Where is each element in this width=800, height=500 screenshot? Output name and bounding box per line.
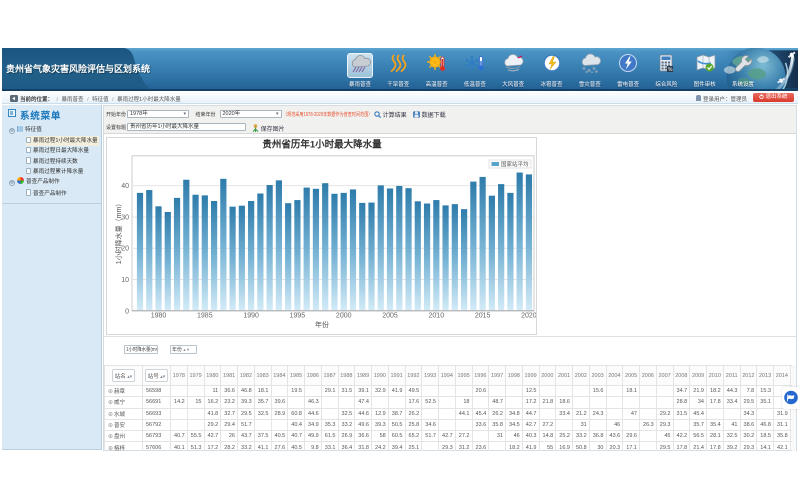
svg-text:2005: 2005 — [382, 313, 398, 320]
svg-text:2000: 2000 — [336, 313, 352, 320]
svg-text:2020: 2020 — [521, 313, 537, 320]
svg-text:10: 10 — [121, 277, 129, 284]
svg-text:2010: 2010 — [429, 313, 445, 320]
svg-text:0: 0 — [125, 308, 129, 315]
svg-text:1990: 1990 — [243, 313, 259, 320]
svg-text:%: % — [668, 67, 673, 73]
svg-text:国家站平均: 国家站平均 — [501, 160, 529, 168]
svg-text:1小时降水量（mm）: 1小时降水量（mm） — [114, 200, 123, 265]
svg-text:1985: 1985 — [197, 313, 213, 320]
svg-text:40: 40 — [121, 183, 129, 190]
svg-text:年份: 年份 — [315, 320, 329, 329]
svg-text:贵州省历年1小时最大降水量: 贵州省历年1小时最大降水量 — [262, 139, 382, 151]
svg-text:2015: 2015 — [475, 313, 491, 320]
svg-text:1980: 1980 — [151, 313, 167, 320]
svg-text:1995: 1995 — [290, 313, 306, 320]
